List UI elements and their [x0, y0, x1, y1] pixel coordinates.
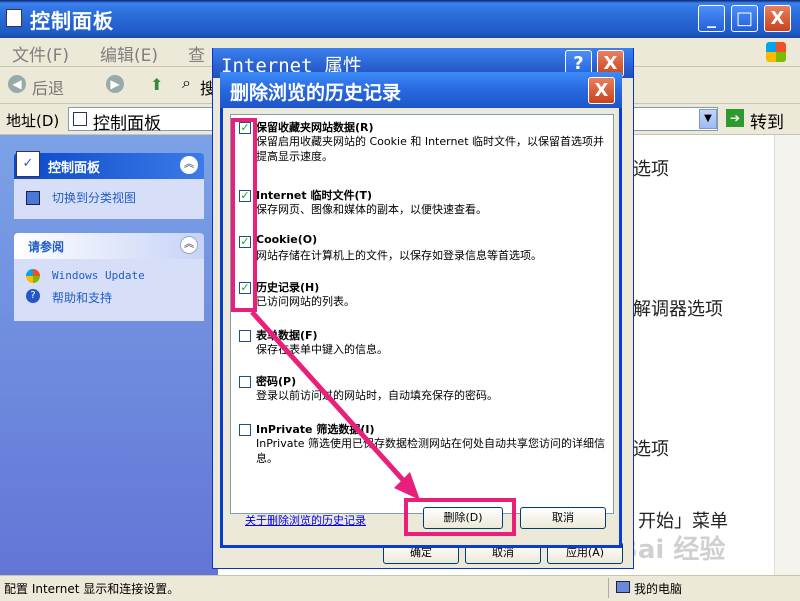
- arrow-annotation: [250, 310, 420, 500]
